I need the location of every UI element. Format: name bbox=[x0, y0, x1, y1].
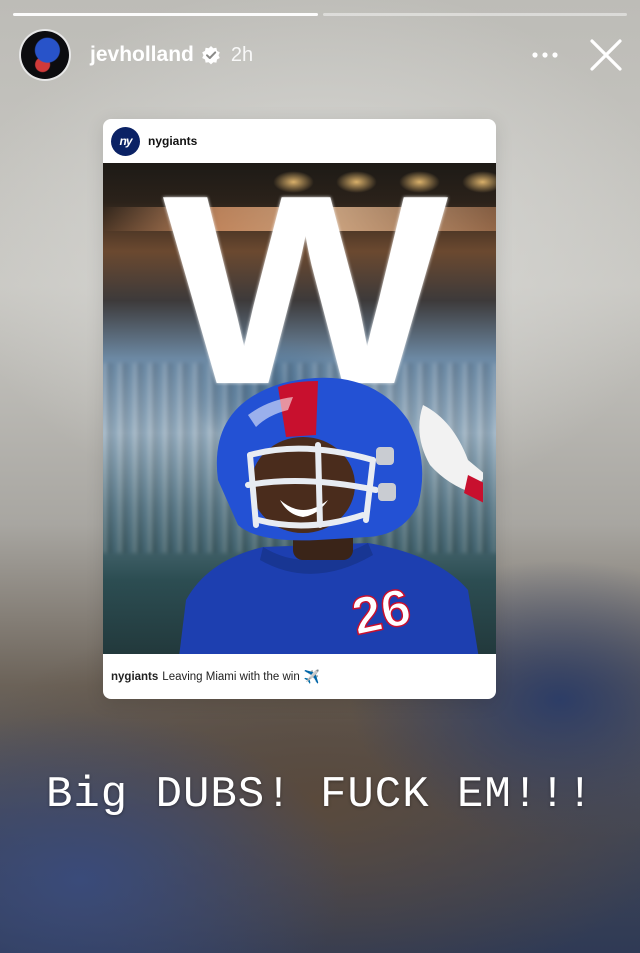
progress-segment-current bbox=[322, 13, 627, 16]
timestamp: 2h bbox=[230, 43, 254, 66]
jersey-number: 26 bbox=[347, 578, 416, 647]
airplane-icon: ✈️ bbox=[303, 668, 320, 684]
progress-segment-completed bbox=[13, 13, 318, 16]
verified-badge-icon bbox=[202, 46, 220, 65]
shared-post-caption: nygiants Leaving Miami with the win ✈️ bbox=[103, 654, 496, 699]
caption-username[interactable]: nygiants bbox=[111, 671, 158, 683]
team-logo[interactable]: ny bbox=[111, 126, 140, 156]
story-progress-bar bbox=[13, 13, 627, 16]
avatar[interactable] bbox=[19, 29, 71, 81]
story-text-overlay: Big DUBS! FUCK EM!!! bbox=[45, 770, 595, 820]
story-header: jevholland 2h bbox=[19, 28, 624, 82]
more-dots-icon[interactable] bbox=[528, 40, 562, 70]
caption-text: Leaving Miami with the win bbox=[162, 670, 300, 683]
shared-post-card[interactable]: ny nygiants W 26 nygiants Leaving Miami … bbox=[103, 119, 496, 699]
close-icon[interactable] bbox=[588, 37, 624, 73]
username[interactable]: jevholland bbox=[90, 43, 194, 67]
shared-post-account[interactable]: nygiants bbox=[148, 134, 197, 148]
shared-post-header[interactable]: ny nygiants bbox=[103, 119, 496, 163]
shared-post-image[interactable]: W 26 bbox=[103, 163, 496, 654]
football-player-illustration: 26 bbox=[179, 377, 483, 654]
win-letter: W bbox=[162, 163, 448, 441]
